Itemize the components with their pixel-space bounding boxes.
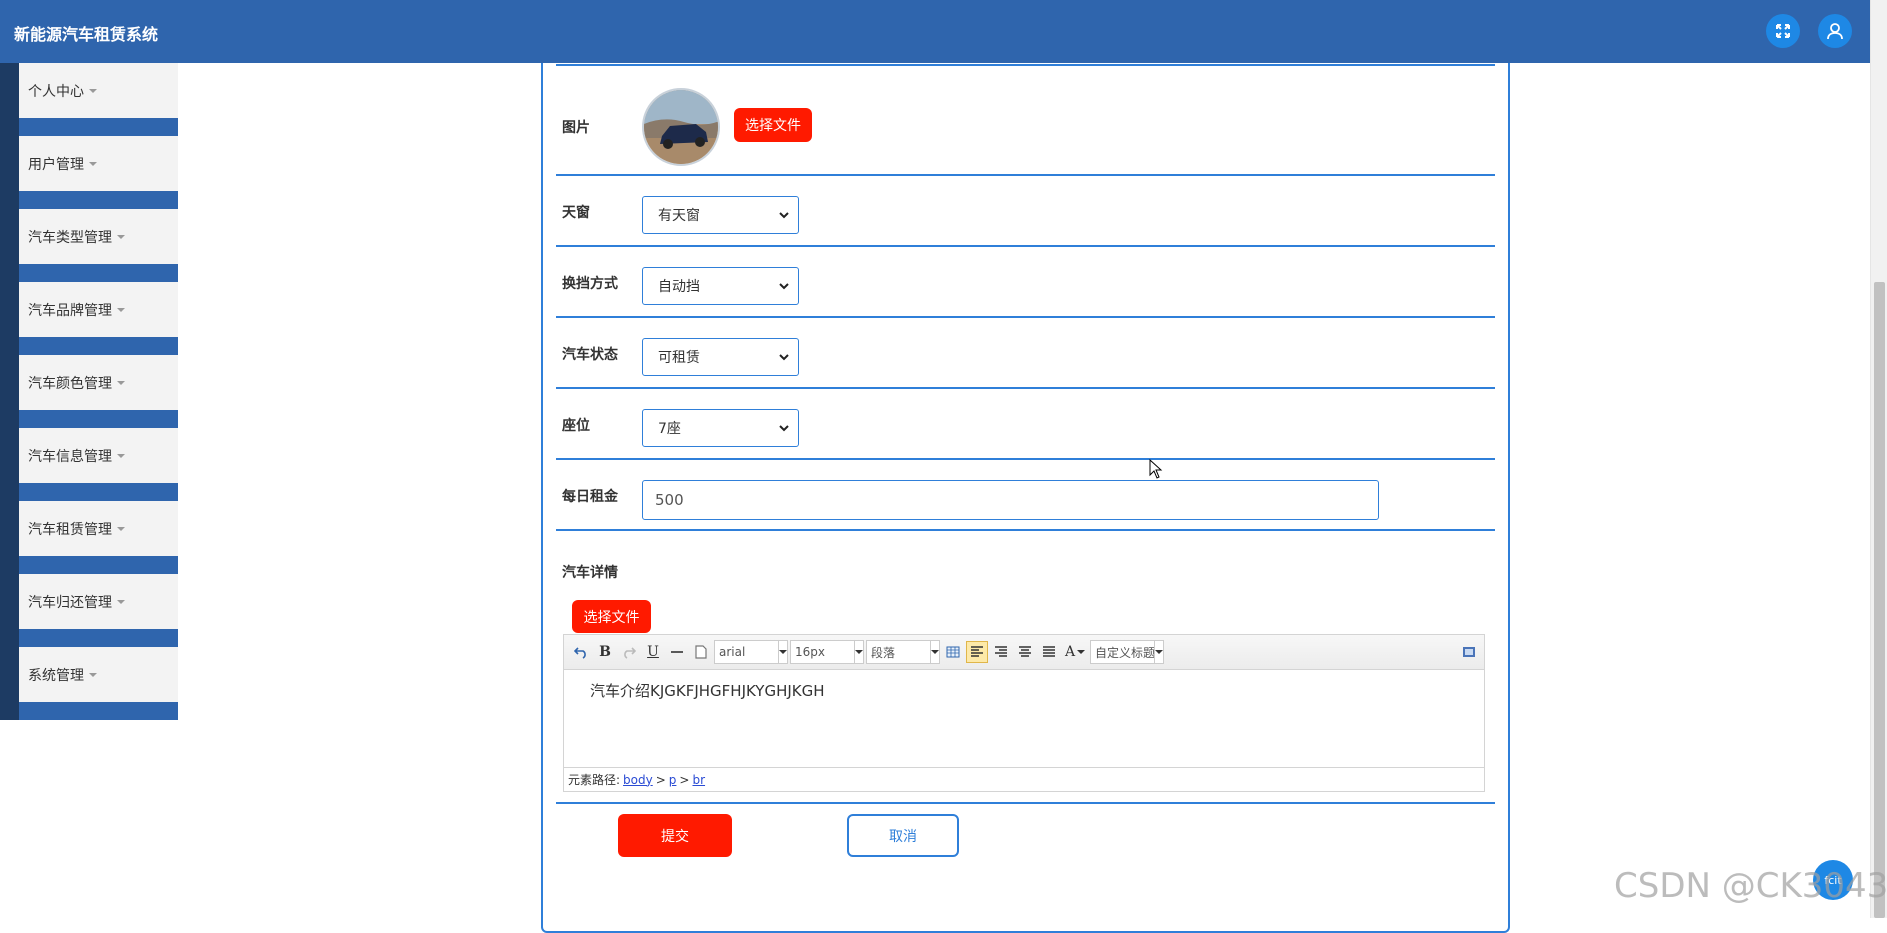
seats-row: 座位 7座 [556, 389, 1495, 460]
watermark: CSDN @CK3043 [1614, 866, 1887, 906]
picture-label: 图片 [562, 120, 590, 136]
picture-row: 图片 选择文件 [556, 66, 1495, 176]
choose-details-file-button[interactable]: 选择文件 [572, 600, 651, 633]
horizontal-rule-icon[interactable] [666, 641, 688, 663]
user-icon [1827, 23, 1843, 40]
chevron-down-icon [779, 212, 789, 219]
transmission-select[interactable]: 自动挡 [642, 267, 799, 305]
chevron-down-icon [779, 425, 789, 432]
sunroof-row: 天窗 有天窗 [556, 176, 1495, 247]
sidebar-item-user-management[interactable]: 用户管理 [0, 136, 178, 209]
scrollbar-thumb[interactable] [1874, 282, 1885, 918]
seats-select[interactable]: 7座 [642, 409, 799, 447]
sidebar-item-label: 汽车归还管理 [28, 594, 112, 611]
underline-icon[interactable]: U [642, 641, 664, 663]
chevron-down-icon [779, 354, 789, 361]
sunroof-select[interactable]: 有天窗 [642, 196, 799, 234]
rich-text-editor: B U arial 16px 段落 A 自定义标题 汽车介绍KJGKFJHGFH… [563, 634, 1485, 792]
user-button[interactable] [1818, 14, 1852, 48]
font-color-icon[interactable]: A [1062, 641, 1088, 663]
daily-rent-input[interactable]: 500 [642, 480, 1379, 520]
element-path: 元素路径: body > p > br [564, 767, 1484, 791]
choose-picture-button[interactable]: 选择文件 [734, 108, 812, 142]
path-p-link[interactable]: p [669, 773, 677, 787]
font-family-select[interactable]: arial [714, 640, 788, 664]
sidebar-item-label: 汽车颜色管理 [28, 375, 112, 392]
sidebar-item-car-brand[interactable]: 汽车品牌管理 [0, 282, 178, 355]
align-right-icon[interactable] [990, 641, 1012, 663]
daily-rent-row: 每日租金 500 [556, 460, 1495, 531]
chevron-down-icon [931, 650, 939, 654]
sidebar-item-car-color[interactable]: 汽车颜色管理 [0, 355, 178, 428]
sidebar-item-car-rental[interactable]: 汽车租赁管理 [0, 501, 178, 574]
chevron-down-icon [89, 161, 97, 166]
chevron-down-icon [1155, 650, 1163, 654]
chevron-down-icon [117, 380, 125, 385]
path-br-link[interactable]: br [692, 773, 705, 787]
chevron-down-icon [89, 88, 97, 93]
sidebar-item-label: 汽车信息管理 [28, 448, 112, 465]
chevron-down-icon [89, 672, 97, 677]
sidebar-item-system[interactable]: 系统管理 [0, 647, 178, 720]
chevron-down-icon [117, 599, 125, 604]
custom-heading-select[interactable]: 自定义标题 [1090, 640, 1164, 664]
sidebar-item-personal-center[interactable]: 个人中心 [0, 63, 178, 136]
sidebar-item-car-type[interactable]: 汽车类型管理 [0, 209, 178, 282]
chevron-down-icon [117, 234, 125, 239]
align-justify-icon[interactable] [1038, 641, 1060, 663]
chevron-down-icon [117, 307, 125, 312]
sidebar-item-label: 个人中心 [28, 83, 84, 100]
chevron-down-icon [779, 283, 789, 290]
status-row: 汽车状态 可租赁 [556, 318, 1495, 389]
redo-icon[interactable] [618, 641, 640, 663]
path-body-link[interactable]: body [623, 773, 653, 787]
fullscreen-button[interactable] [1766, 14, 1800, 48]
sidebar-item-car-return[interactable]: 汽车归还管理 [0, 574, 178, 647]
editor-toolbar: B U arial 16px 段落 A 自定义标题 [564, 635, 1484, 670]
align-left-icon[interactable] [966, 641, 988, 663]
sidebar-item-label: 汽车租赁管理 [28, 521, 112, 538]
submit-button[interactable]: 提交 [618, 814, 732, 857]
chevron-down-icon [117, 453, 125, 458]
sunroof-label: 天窗 [562, 205, 590, 221]
details-label: 汽车详情 [562, 565, 618, 581]
new-doc-icon[interactable] [690, 641, 712, 663]
sidebar-item-label: 汽车类型管理 [28, 229, 112, 246]
mouse-cursor-icon [1149, 459, 1163, 479]
daily-rent-label: 每日租金 [562, 489, 618, 505]
chevron-down-icon [855, 650, 863, 654]
sidebar: 个人中心 用户管理 汽车类型管理 汽车品牌管理 汽车颜色管理 汽车信息管理 汽车… [0, 63, 178, 721]
top-bar: 新能源汽车租赁系统 [0, 0, 1870, 63]
transmission-label: 换挡方式 [562, 276, 618, 292]
status-label: 汽车状态 [562, 347, 618, 363]
paragraph-select[interactable]: 段落 [866, 640, 940, 664]
transmission-row: 换挡方式 自动挡 [556, 247, 1495, 318]
car-thumbnail [642, 88, 720, 166]
sidebar-item-car-info[interactable]: 汽车信息管理 [0, 428, 178, 501]
sidebar-item-label: 系统管理 [28, 667, 84, 684]
app-title: 新能源汽车租赁系统 [14, 25, 159, 44]
bold-icon[interactable]: B [594, 641, 616, 663]
table-icon[interactable] [942, 641, 964, 663]
chevron-down-icon [779, 650, 787, 654]
seats-label: 座位 [562, 418, 590, 434]
expand-icon [1776, 24, 1790, 38]
cancel-button[interactable]: 取消 [847, 814, 959, 857]
align-center-icon[interactable] [1014, 641, 1036, 663]
editor-content[interactable]: 汽车介绍KJGKFJHGFHJKYGHJKGH [564, 670, 1484, 767]
font-size-select[interactable]: 16px [790, 640, 864, 664]
chevron-down-icon [1077, 650, 1086, 654]
page-scrollbar[interactable] [1870, 0, 1887, 918]
status-select[interactable]: 可租赁 [642, 338, 799, 376]
fullscreen-editor-icon[interactable] [1458, 641, 1480, 663]
undo-icon[interactable] [570, 641, 592, 663]
sidebar-item-label: 用户管理 [28, 156, 84, 173]
sidebar-item-label: 汽车品牌管理 [28, 302, 112, 319]
chevron-down-icon [117, 526, 125, 531]
